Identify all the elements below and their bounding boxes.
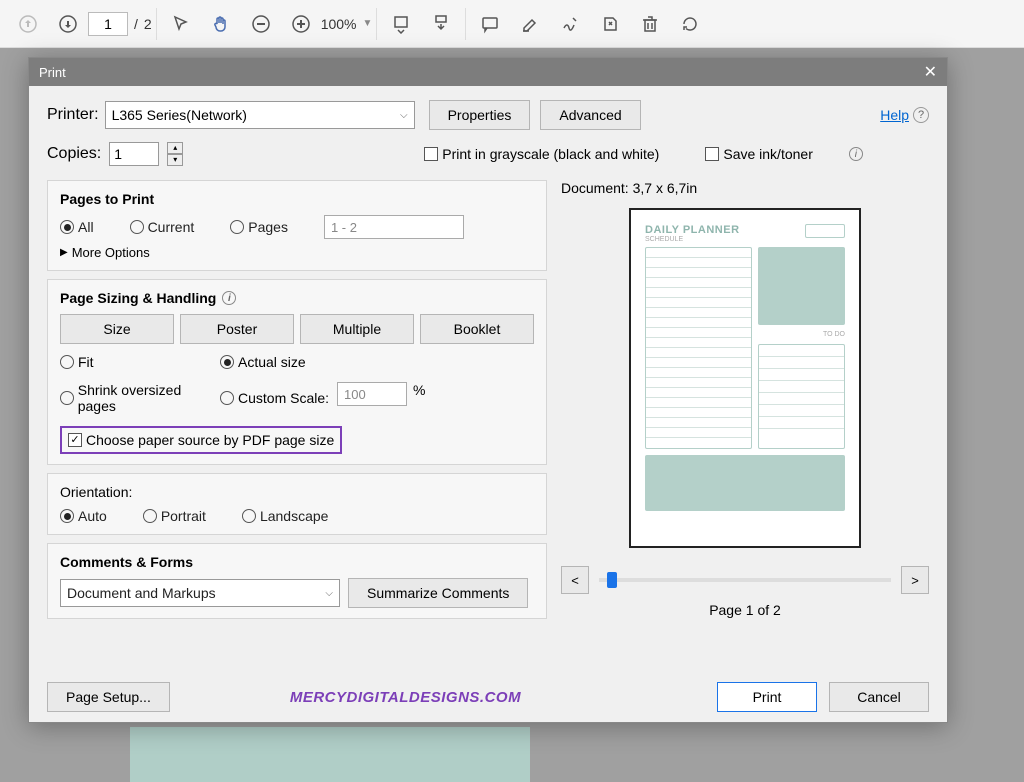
zoom-value[interactable]: 100%▼: [321, 16, 373, 32]
preview-title: DAILY PLANNER: [645, 224, 740, 236]
fit-page-icon[interactable]: [421, 4, 461, 44]
page-input[interactable]: [88, 12, 128, 36]
rotate-icon[interactable]: [670, 4, 710, 44]
comment-icon[interactable]: [470, 4, 510, 44]
document-peek: [130, 727, 530, 782]
seg-booklet[interactable]: Booklet: [420, 314, 534, 344]
watermark-text: MERCYDIGITALDESIGNS.COM: [290, 689, 521, 706]
chevron-down-icon: ⌵: [400, 110, 408, 121]
comments-panel: Comments & Forms Document and Markups ⌵ …: [47, 543, 547, 619]
close-icon[interactable]: ✕: [924, 62, 937, 82]
radio-current[interactable]: Current: [130, 219, 195, 235]
custom-scale-input[interactable]: [337, 382, 407, 406]
document-dimensions: Document: 3,7 x 6,7in: [561, 180, 929, 196]
radio-shrink[interactable]: Shrink oversized pages: [60, 382, 220, 414]
trash-icon[interactable]: [630, 4, 670, 44]
zoom-in-icon[interactable]: [281, 4, 321, 44]
seg-poster[interactable]: Poster: [180, 314, 294, 344]
app-toolbar: / 2 100%▼: [0, 0, 1024, 48]
copies-label: Copies:: [47, 145, 101, 163]
preview-slider[interactable]: [599, 578, 891, 582]
copies-spinner[interactable]: ▴▾: [167, 142, 183, 166]
preview-next-button[interactable]: >: [901, 566, 929, 594]
chevron-down-icon: ⌵: [325, 588, 333, 599]
page-indicator: / 2: [88, 12, 152, 36]
pointer-icon[interactable]: [161, 4, 201, 44]
pages-header: Pages to Print: [60, 191, 534, 207]
radio-portrait[interactable]: Portrait: [143, 508, 206, 524]
sign-icon[interactable]: [550, 4, 590, 44]
radio-actual[interactable]: Actual size: [220, 354, 380, 370]
sizing-header: Page Sizing & Handling: [60, 290, 216, 306]
preview-prev-button[interactable]: <: [561, 566, 589, 594]
cancel-button[interactable]: Cancel: [829, 682, 929, 712]
page-setup-button[interactable]: Page Setup...: [47, 682, 170, 712]
radio-all[interactable]: All: [60, 219, 94, 235]
page-sep: /: [134, 16, 138, 32]
radio-landscape[interactable]: Landscape: [242, 508, 329, 524]
percent-label: %: [413, 382, 425, 422]
pages-range-input[interactable]: [324, 215, 464, 239]
save-ink-checkbox[interactable]: Save ink/toner: [705, 146, 813, 162]
print-preview: DAILY PLANNER SCHEDULE TO DO: [629, 208, 861, 548]
highlight-icon[interactable]: [510, 4, 550, 44]
zoom-out-icon[interactable]: [241, 4, 281, 44]
sizing-panel: Page Sizing & Handling i Size Poster Mult…: [47, 279, 547, 465]
stamp-icon[interactable]: [590, 4, 630, 44]
preview-page-indicator: Page 1 of 2: [561, 602, 929, 618]
fit-width-icon[interactable]: [381, 4, 421, 44]
grayscale-checkbox[interactable]: Print in grayscale (black and white): [424, 146, 659, 162]
hand-icon[interactable]: [201, 4, 241, 44]
more-options-toggle[interactable]: ▶More Options: [60, 245, 534, 260]
pages-to-print-panel: Pages to Print All Current Pages ▶More O…: [47, 180, 547, 271]
comments-select[interactable]: Document and Markups ⌵: [60, 579, 340, 607]
advanced-button[interactable]: Advanced: [540, 100, 640, 130]
printer-select[interactable]: L365 Series(Network) ⌵: [105, 101, 415, 129]
orientation-panel: Orientation: Auto Portrait Landscape: [47, 473, 547, 535]
seg-multiple[interactable]: Multiple: [300, 314, 414, 344]
dialog-titlebar: Print ✕: [29, 58, 947, 86]
radio-auto[interactable]: Auto: [60, 508, 107, 524]
orientation-header: Orientation:: [60, 484, 534, 500]
up-arrow-icon[interactable]: [8, 4, 48, 44]
seg-size[interactable]: Size: [60, 314, 174, 344]
print-dialog: Print ✕ Printer: L365 Series(Network) ⌵ …: [28, 57, 948, 723]
down-arrow-icon[interactable]: [48, 4, 88, 44]
print-button[interactable]: Print: [717, 682, 817, 712]
info-icon[interactable]: i: [849, 147, 863, 161]
choose-source-highlight: Choose paper source by PDF page size: [60, 426, 342, 454]
copies-input[interactable]: [109, 142, 159, 166]
page-total: 2: [144, 16, 152, 32]
radio-pages[interactable]: Pages: [230, 219, 288, 235]
radio-fit[interactable]: Fit: [60, 354, 220, 370]
dialog-title: Print: [39, 65, 66, 80]
radio-custom[interactable]: Custom Scale:: [220, 382, 329, 414]
summarize-button[interactable]: Summarize Comments: [348, 578, 528, 608]
choose-source-checkbox[interactable]: Choose paper source by PDF page size: [68, 432, 334, 448]
printer-label: Printer:: [47, 106, 99, 124]
comments-header: Comments & Forms: [60, 554, 534, 570]
info-icon[interactable]: i: [222, 291, 236, 305]
properties-button[interactable]: Properties: [429, 100, 531, 130]
help-icon[interactable]: ?: [913, 107, 929, 123]
help-link[interactable]: Help: [880, 107, 909, 123]
